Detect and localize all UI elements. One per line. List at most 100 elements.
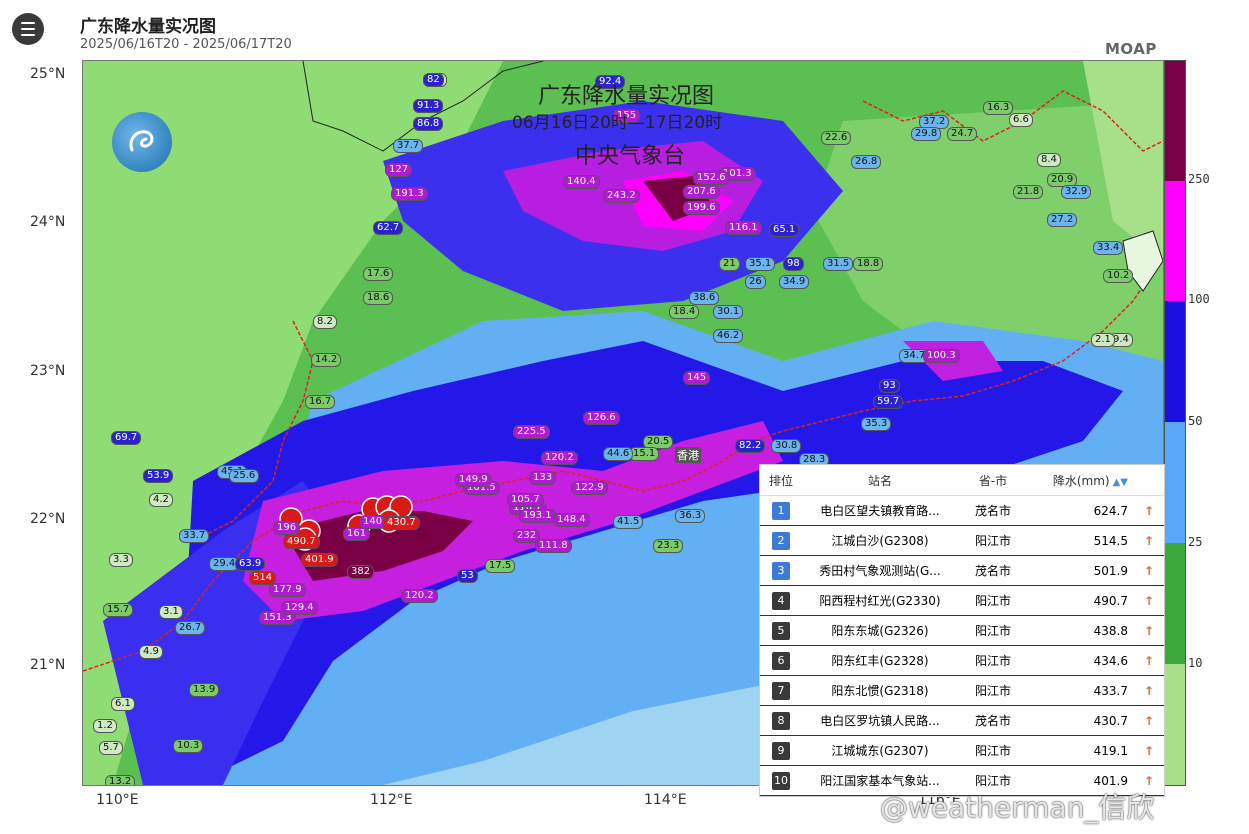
table-row[interactable]: 7 阳东北惯(G2318) 阳江市 433.7 ↑ <box>760 676 1164 706</box>
colorbar-segment-25-50 <box>1165 422 1185 543</box>
sort-icon[interactable]: ▲▼ <box>1113 477 1128 488</box>
station-name: 阳东红丰(G2328) <box>831 654 929 668</box>
station-name: 江城城东(G2307) <box>831 744 929 758</box>
up-arrow-icon: ↑ <box>1143 653 1155 668</box>
colorbar-segment-50-100 <box>1165 301 1185 422</box>
station-value-label: 10.2 <box>1103 269 1134 283</box>
colorbar-tick-250: 250 <box>1188 172 1210 186</box>
table-row[interactable]: 4 阳西程村红光(G2330) 阳江市 490.7 ↑ <box>760 586 1164 616</box>
station-value-label: 8.4 <box>1037 153 1061 167</box>
rainfall-ranking-table: 排位 站名 省-市 降水(mm) ▲▼ 1 电白区望夫镇教育路... 茂名市 624.7… <box>759 464 1165 797</box>
page-title: 广东降水量实况图 <box>80 17 216 37</box>
station-value-label: 63.9 <box>235 557 266 571</box>
map-overlay-subtitle: 06月16日20时—17日20时 <box>512 113 723 133</box>
precipitation-colorbar <box>1164 60 1186 786</box>
colorbar-tick-10: 10 <box>1188 656 1203 670</box>
station-value-label: 24.7 <box>947 127 978 141</box>
header-rank: 排位 <box>768 473 793 488</box>
station-value-label: 4.2 <box>149 493 173 507</box>
station-value-label: 59.7 <box>873 395 904 409</box>
lon-label-114: 114°E <box>644 792 687 808</box>
station-value-label: 16.7 <box>305 395 336 409</box>
station-value-label: 490.7 <box>283 535 320 549</box>
station-value-label: 32.9 <box>1061 185 1092 199</box>
station-value-label: 62.7 <box>373 221 404 235</box>
table-row[interactable]: 5 阳东东城(G2326) 阳江市 438.8 ↑ <box>760 616 1164 646</box>
station-value-label: 35.1 <box>745 257 776 271</box>
station-value-label: 191.3 <box>391 187 428 201</box>
station-value-label: 27.2 <box>1047 213 1078 227</box>
station-value-label: 30.8 <box>771 439 802 453</box>
station-value-label: 6.6 <box>1009 113 1033 127</box>
table-row[interactable]: 3 秀田村气象观测站(G... 茂名市 501.9 ↑ <box>760 556 1164 586</box>
colorbar-segment-10-25 <box>1165 543 1185 664</box>
station-value-label: 177.9 <box>269 583 306 597</box>
colorbar-tick-50: 50 <box>1188 414 1203 428</box>
station-value-label: 3.1 <box>159 605 183 619</box>
colorbar-tick-100: 100 <box>1188 292 1210 306</box>
station-value-label: 33.7 <box>179 529 210 543</box>
rank-badge: 6 <box>772 651 790 670</box>
table-row[interactable]: 1 电白区望夫镇教育路... 茂名市 624.7 ↑ <box>760 496 1164 526</box>
station-name: 电白区罗坑镇人民路... <box>820 714 940 728</box>
station-value-label: 18.4 <box>669 305 700 319</box>
table-row[interactable]: 9 江城城东(G2307) 阳江市 419.1 ↑ <box>760 736 1164 766</box>
lat-label-24: 24°N <box>30 214 66 230</box>
station-value-label: 18.6 <box>363 291 394 305</box>
header-station: 站名 <box>867 473 892 488</box>
rainfall-value: 490.7 <box>1093 593 1128 608</box>
up-arrow-icon: ↑ <box>1143 683 1155 698</box>
station-value-label: 86.8 <box>413 117 444 131</box>
up-arrow-icon: ↑ <box>1143 503 1155 518</box>
station-name: 电白区望夫镇教育路... <box>820 504 940 518</box>
station-value-label: 127 <box>385 163 413 177</box>
station-value-label: 13.9 <box>189 683 220 697</box>
station-value-label: 111.8 <box>535 539 572 553</box>
station-value-label: 38.6 <box>689 291 720 305</box>
station-name: 阳西程村红光(G2330) <box>819 594 941 608</box>
station-name: 阳东北惯(G2318) <box>831 684 929 698</box>
station-value-label: 120.2 <box>541 451 578 465</box>
table-row[interactable]: 2 江城白沙(G2308) 阳江市 514.5 ↑ <box>760 526 1164 556</box>
up-arrow-icon: ↑ <box>1143 593 1155 608</box>
station-value-label: 2.1 <box>1091 333 1115 347</box>
station-value-label: 149.9 <box>455 473 492 487</box>
header-value[interactable]: 降水(mm) ▲▼ <box>1028 472 1134 489</box>
time-range: 2025/06/16T20 - 2025/06/17T20 <box>80 37 292 52</box>
station-value-label: 382 <box>347 565 375 579</box>
rank-badge: 10 <box>772 771 790 790</box>
lat-label-23: 23°N <box>30 363 66 379</box>
table-header: 排位 站名 省-市 降水(mm) ▲▼ <box>760 465 1164 496</box>
station-city: 阳江市 <box>974 624 1011 638</box>
rainfall-value: 434.6 <box>1093 653 1128 668</box>
table-row[interactable]: 6 阳东红丰(G2328) 阳江市 434.6 ↑ <box>760 646 1164 676</box>
station-value-label: 16.3 <box>983 101 1014 115</box>
up-arrow-icon: ↑ <box>1143 713 1155 728</box>
station-value-label: 93 <box>879 379 900 393</box>
station-value-label: 29.8 <box>911 127 942 141</box>
station-value-label: 53.9 <box>143 469 174 483</box>
station-value-label: 91.3 <box>413 99 444 113</box>
station-value-label: 22.6 <box>821 131 852 145</box>
rank-badge: 3 <box>772 561 790 580</box>
station-value-label: 148.4 <box>553 513 590 527</box>
station-value-label: 35.3 <box>861 417 892 431</box>
station-value-label: 33.4 <box>1093 241 1124 255</box>
station-value-label: 31.5 <box>823 257 854 271</box>
station-value-label: 14.2 <box>311 353 342 367</box>
station-value-label: 243.2 <box>603 189 640 203</box>
station-value-label: 225.5 <box>513 425 550 439</box>
lon-label-110: 110°E <box>96 792 139 808</box>
station-value-label: 53 <box>457 569 478 583</box>
station-name: 江城白沙(G2308) <box>831 534 929 548</box>
station-value-label: 105.7 <box>507 493 544 507</box>
lon-label-112: 112°E <box>370 792 413 808</box>
rainfall-value: 438.8 <box>1093 623 1128 638</box>
lat-label-25: 25°N <box>30 66 66 82</box>
menu-button[interactable] <box>12 13 44 45</box>
table-row[interactable]: 8 电白区罗坑镇人民路... 茂名市 430.7 ↑ <box>760 706 1164 736</box>
station-value-label: 199.6 <box>683 201 720 215</box>
station-value-label: 145 <box>683 371 711 385</box>
colorbar-segment-0-10 <box>1165 664 1185 785</box>
station-city: 茂名市 <box>974 564 1011 578</box>
